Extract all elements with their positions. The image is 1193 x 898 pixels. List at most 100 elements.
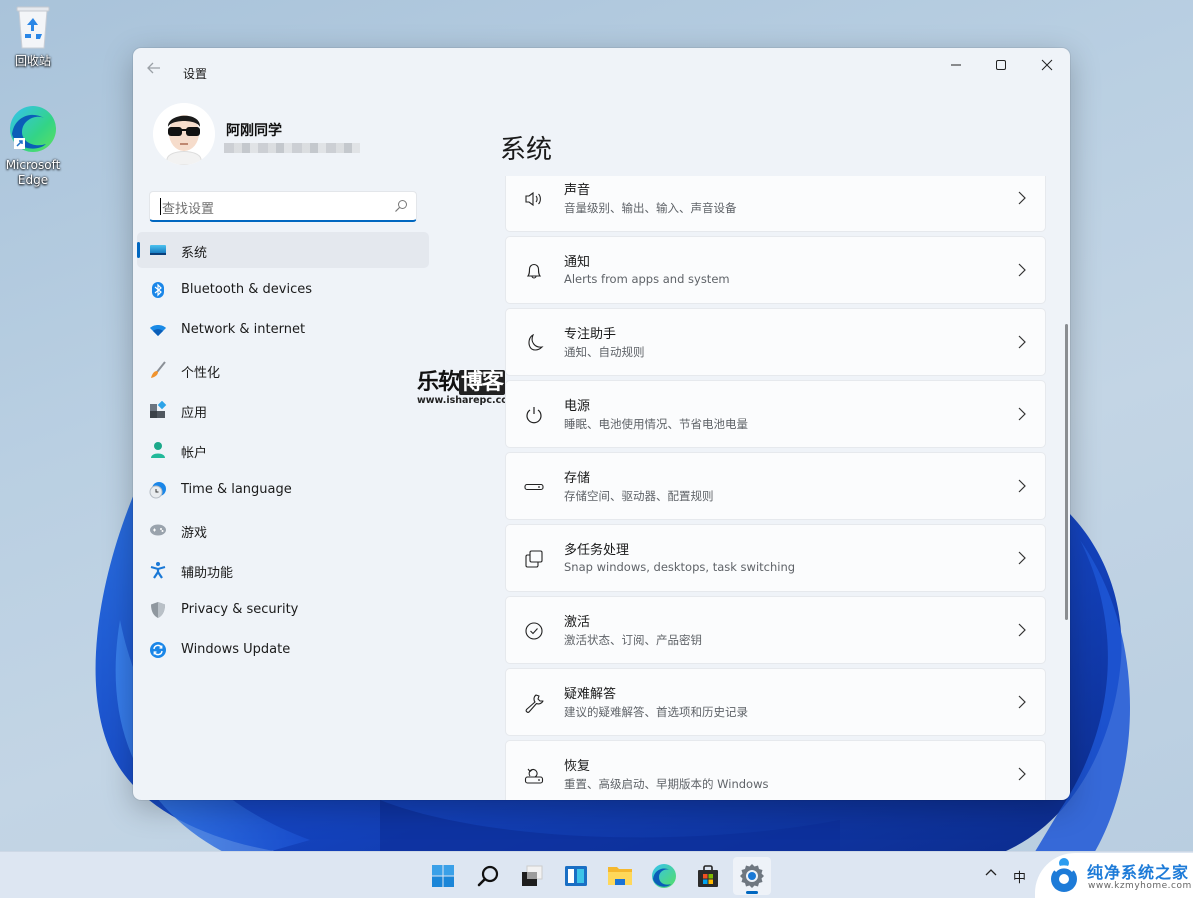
close-button[interactable] — [1024, 48, 1070, 82]
sidebar-item-apps[interactable]: 应用 — [137, 392, 429, 428]
recovery-icon — [524, 768, 544, 784]
sidebar-item-label: Windows Update — [181, 642, 291, 657]
card-title: 专注助手 — [564, 327, 617, 342]
sidebar-nav: 系统 Bluetooth & devices Network & interne… — [137, 232, 429, 672]
sidebar-item-label: 系统 — [181, 246, 208, 261]
task-view-icon — [522, 865, 543, 886]
wrench-icon — [525, 694, 544, 713]
search-placeholder: 查找设置 — [162, 202, 215, 217]
taskbar-store-button[interactable] — [689, 857, 727, 895]
card-subtitle: 建议的疑难解答、首选项和历史记录 — [564, 705, 748, 719]
check-circle-icon — [525, 622, 543, 640]
chevron-right-icon — [1018, 767, 1026, 781]
chevron-up-icon — [985, 869, 997, 876]
window-title: 设置 — [183, 67, 208, 81]
taskbar-settings-button[interactable] — [733, 857, 771, 895]
gamepad-icon — [150, 524, 166, 536]
card-subtitle: 睡眠、电池使用情况、节省电池电量 — [564, 417, 748, 431]
edge-icon — [652, 864, 676, 888]
close-icon — [1041, 59, 1053, 71]
sidebar-item-label: 辅助功能 — [181, 566, 234, 581]
search-input[interactable]: 查找设置 — [149, 191, 417, 222]
settings-card-troubleshoot[interactable]: 疑难解答 建议的疑难解答、首选项和历史记录 — [505, 668, 1046, 736]
moon-icon — [528, 333, 544, 351]
minimize-button[interactable] — [933, 48, 979, 82]
maximize-icon — [996, 60, 1006, 70]
taskbar-search-button[interactable] — [469, 857, 507, 895]
recycle-bin-icon — [13, 4, 53, 50]
sidebar-item-label: 个性化 — [181, 366, 221, 381]
settings-card-power[interactable]: 电源 睡眠、电池使用情况、节省电池电量 — [505, 380, 1046, 448]
settings-card-sound[interactable]: 声音 音量级别、输出、输入、声音设备 — [505, 176, 1046, 232]
card-subtitle: Snap windows, desktops, task switching — [564, 560, 796, 574]
card-subtitle: 重置、高级启动、早期版本的 Windows — [564, 777, 769, 791]
card-title: 存储 — [564, 471, 591, 486]
chevron-right-icon — [1018, 551, 1026, 565]
storage-icon — [524, 483, 544, 491]
sidebar-item-system[interactable]: 系统 — [137, 232, 429, 268]
settings-window: 设置 阿刚同学 查找设置 系统 Bluetooth & devices Netw… — [133, 48, 1070, 800]
card-subtitle: Alerts from apps and system — [564, 272, 730, 286]
desktop-icon-edge[interactable]: Microsoft Edge — [0, 104, 66, 188]
settings-card-notifications[interactable]: 通知 Alerts from apps and system — [505, 236, 1046, 304]
avatar — [153, 103, 215, 165]
sidebar-item-accessibility[interactable]: 辅助功能 — [137, 552, 429, 588]
sidebar-item-label: Network & internet — [181, 322, 306, 337]
taskbar-task-view-button[interactable] — [513, 857, 551, 895]
card-subtitle: 音量级别、输出、输入、声音设备 — [564, 201, 737, 215]
taskbar-start-button[interactable] — [424, 857, 462, 895]
chevron-right-icon — [1018, 335, 1026, 349]
card-subtitle: 通知、自动规则 — [564, 345, 645, 359]
back-arrow-icon — [147, 62, 160, 74]
page-title: 系统 — [500, 135, 553, 165]
card-subtitle: 存储空间、驱动器、配置规则 — [564, 489, 714, 503]
card-subtitle: 激活状态、订阅、产品密钥 — [564, 633, 702, 647]
chevron-right-icon — [1018, 623, 1026, 637]
desktop-icon-label: Microsoft Edge — [5, 158, 61, 187]
brand-name: 纯净系统之家 — [1087, 863, 1190, 882]
account-icon — [151, 442, 165, 458]
sidebar-item-time-language[interactable]: Time & language — [137, 472, 429, 508]
text-caret — [160, 198, 161, 215]
card-title: 声音 — [564, 183, 591, 198]
sidebar-item-personalization[interactable]: 个性化 — [137, 352, 429, 388]
apps-icon — [150, 401, 167, 418]
taskbar: 中 — [0, 851, 1193, 898]
brand-url: www.kzmyhome.com — [1088, 881, 1192, 891]
power-icon — [526, 407, 542, 424]
settings-gear-icon — [740, 864, 764, 888]
sidebar-item-label: 游戏 — [181, 526, 208, 541]
settings-card-multitasking[interactable]: 多任务处理 Snap windows, desktops, task switc… — [505, 524, 1046, 592]
desktop-icon-recycle-bin[interactable]: 回收站 — [0, 4, 66, 69]
settings-card-activation[interactable]: 激活 激活状态、订阅、产品密钥 — [505, 596, 1046, 664]
taskbar-file-explorer-button[interactable] — [601, 857, 639, 895]
update-icon — [150, 642, 166, 658]
search-icon — [477, 865, 499, 887]
main-scrollbar[interactable] — [1065, 324, 1068, 620]
settings-card-recovery[interactable]: 恢复 重置、高级启动、早期版本的 Windows — [505, 740, 1046, 800]
tray-ime-indicator[interactable]: 中 — [1013, 867, 1026, 886]
sidebar-item-network[interactable]: Network & internet — [137, 312, 429, 348]
tray-show-hidden-icons[interactable] — [985, 866, 997, 881]
folder-icon — [608, 867, 632, 885]
brand-logo-icon — [1051, 858, 1077, 892]
maximize-button[interactable] — [978, 48, 1024, 82]
bell-icon — [526, 263, 542, 279]
sidebar-item-bluetooth[interactable]: Bluetooth & devices — [137, 272, 429, 308]
clock-globe-icon — [149, 482, 166, 499]
sidebar-item-gaming[interactable]: 游戏 — [137, 512, 429, 548]
store-icon — [698, 865, 718, 887]
settings-card-focus-assist[interactable]: 专注助手 通知、自动规则 — [505, 308, 1046, 376]
chevron-right-icon — [1018, 479, 1026, 493]
windows-start-icon — [432, 865, 454, 887]
back-button[interactable] — [147, 62, 165, 76]
card-title: 恢复 — [564, 759, 591, 774]
taskbar-widgets-button[interactable] — [557, 857, 595, 895]
sidebar-item-privacy-security[interactable]: Privacy & security — [137, 592, 429, 628]
sidebar-item-accounts[interactable]: 帐户 — [137, 432, 429, 468]
sidebar-item-label: Bluetooth & devices — [181, 282, 312, 297]
sidebar-item-windows-update[interactable]: Windows Update — [137, 632, 429, 668]
taskbar-edge-button[interactable] — [645, 857, 683, 895]
wifi-icon — [150, 325, 166, 336]
settings-card-storage[interactable]: 存储 存储空间、驱动器、配置规则 — [505, 452, 1046, 520]
